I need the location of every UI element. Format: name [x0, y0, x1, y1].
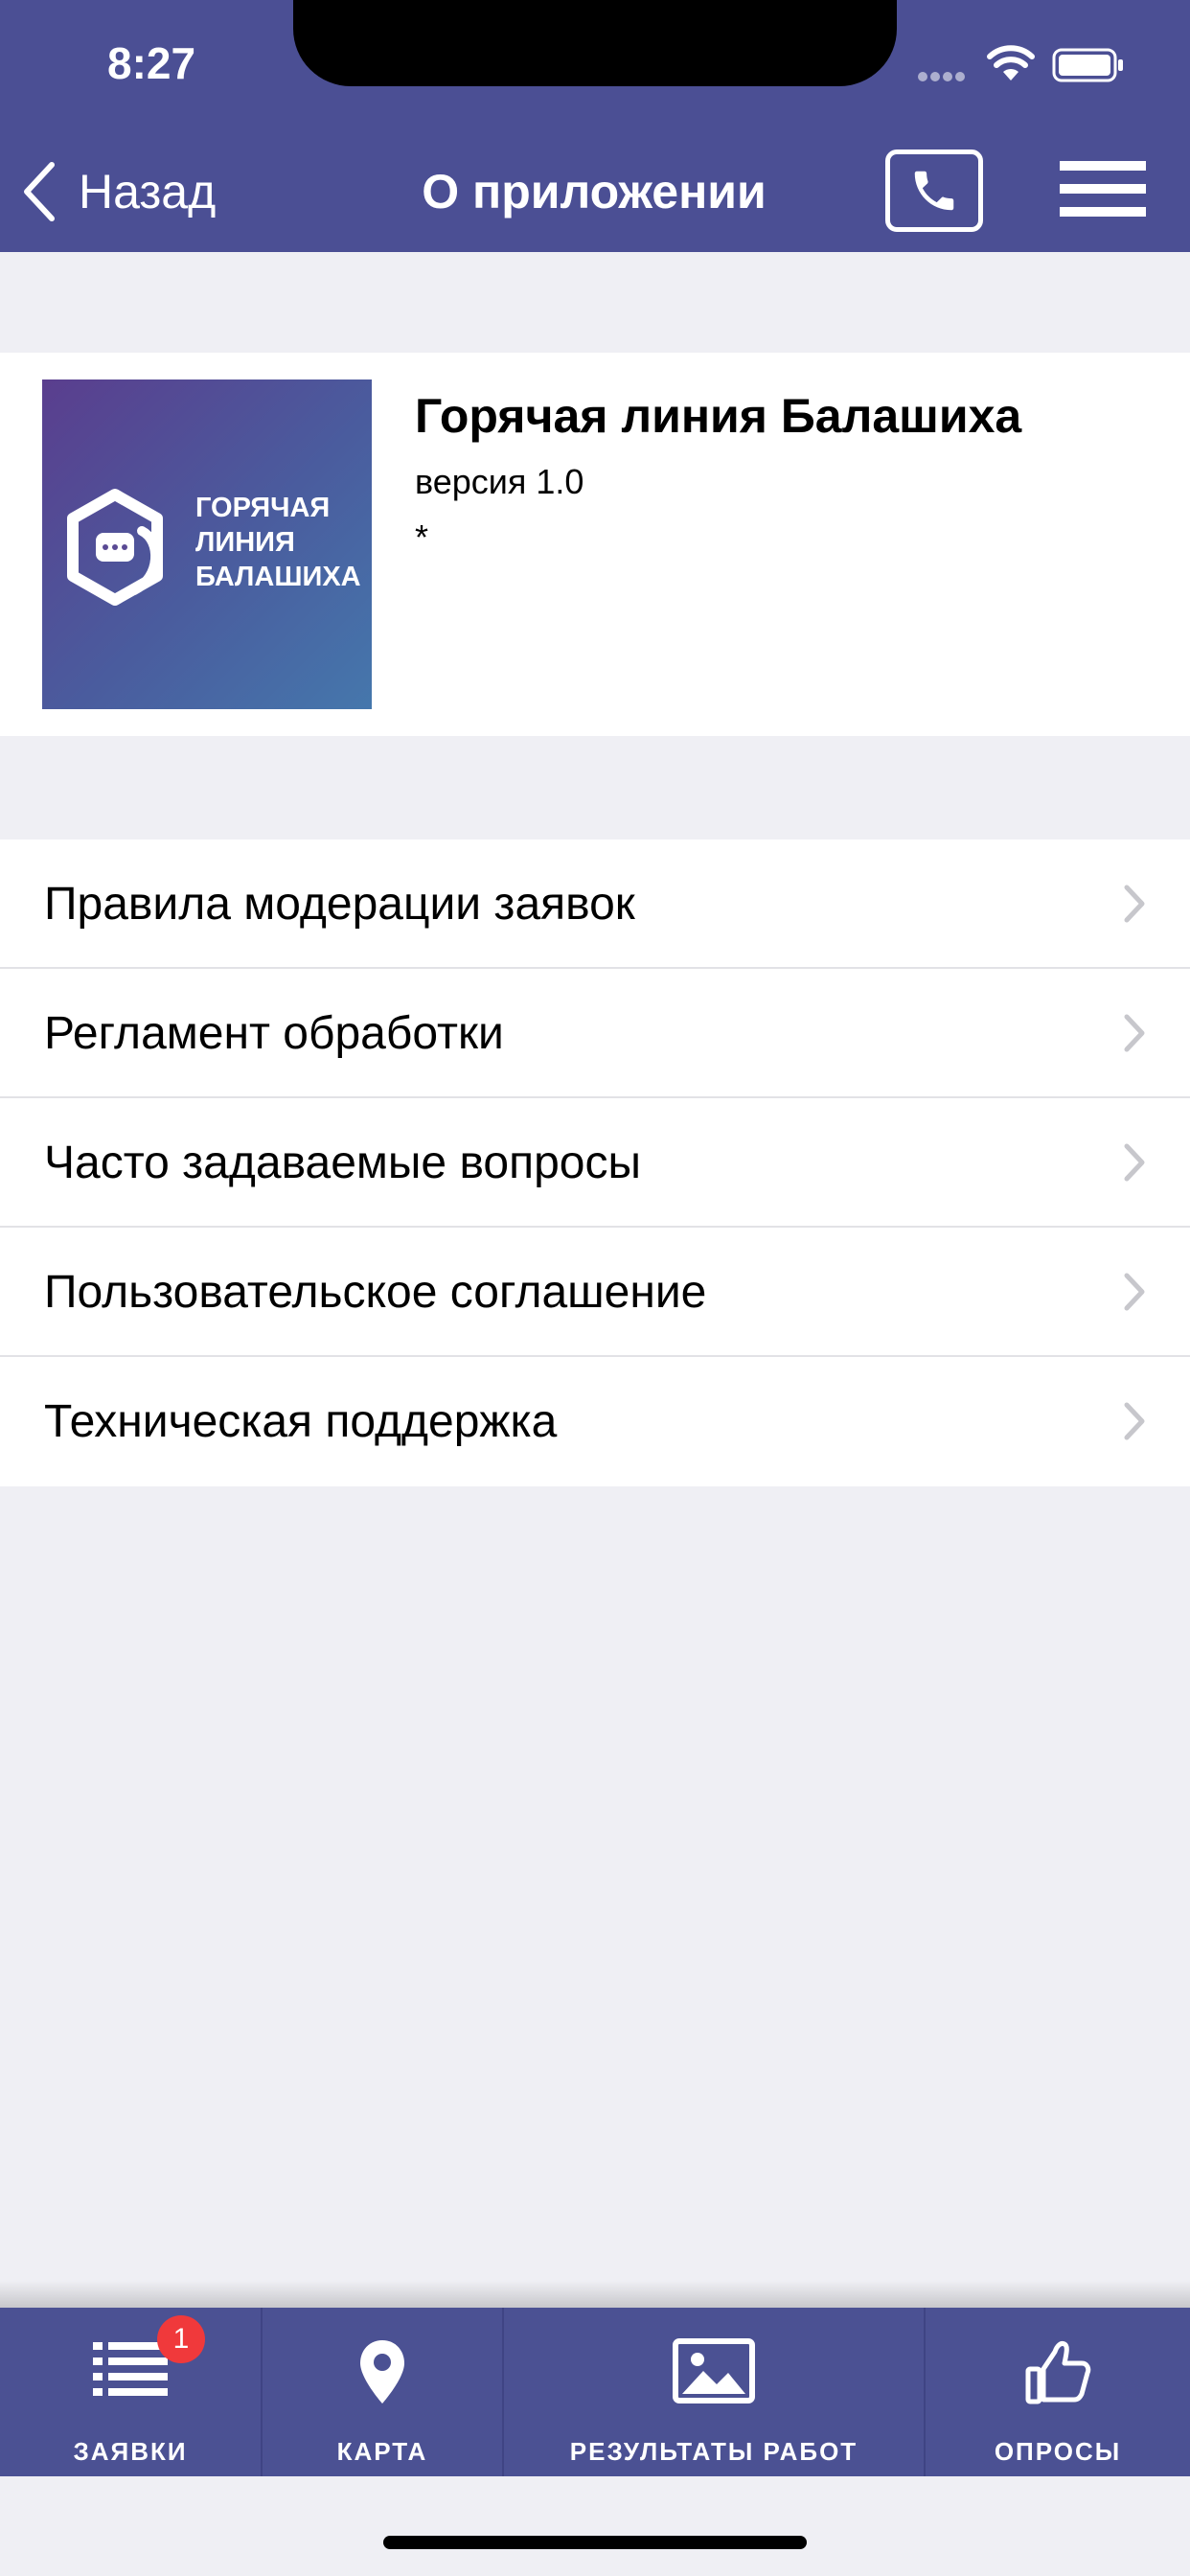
- call-button[interactable]: [885, 150, 983, 232]
- list-item-label: Пользовательское соглашение: [44, 1267, 707, 1318]
- back-button[interactable]: Назад: [19, 153, 240, 230]
- menu-item-moderation-rules[interactable]: Правила модерации заявок: [0, 840, 1190, 969]
- thumbs-up-icon: [1025, 2341, 1091, 2404]
- list-item-label: Правила модерации заявок: [44, 879, 635, 930]
- app-logo: ГОРЯЧАЯ ЛИНИЯ БАЛАШИХА: [42, 380, 372, 709]
- app-note: *: [415, 518, 429, 557]
- phone-icon: [914, 171, 954, 211]
- list-item-label: Часто задаваемые вопросы: [44, 1138, 641, 1188]
- tab-label: РЕЗУЛЬТАТЫ РАБОТ: [569, 2437, 858, 2466]
- app-info-card: ГОРЯЧАЯ ЛИНИЯ БАЛАШИХА Горячая линия Бал…: [0, 353, 1190, 736]
- battery-icon: [1052, 48, 1125, 82]
- image-icon: [673, 2338, 755, 2404]
- app-version: версия 1.0: [415, 462, 584, 501]
- tab-label: КАРТА: [336, 2437, 428, 2466]
- list-item-label: Регламент обработки: [44, 1008, 504, 1059]
- menu-item-tech-support[interactable]: Техническая поддержка: [0, 1357, 1190, 1486]
- menu-item-processing-regulations[interactable]: Регламент обработки: [0, 969, 1190, 1098]
- chevron-right-icon: [1124, 885, 1145, 923]
- logo-text: ГОРЯЧАЯ ЛИНИЯ БАЛАШИХА: [195, 493, 361, 592]
- status-time: 8:27: [107, 38, 196, 88]
- chevron-left-icon: [24, 162, 55, 221]
- chevron-right-icon: [1124, 1402, 1145, 1440]
- wifi-icon: [987, 44, 1035, 82]
- chevron-right-icon: [1124, 1014, 1145, 1052]
- app-name: Горячая линия Балашиха: [415, 389, 1022, 443]
- tab-label: ЗАЯВКИ: [73, 2437, 188, 2466]
- page-title: О приложении: [422, 165, 767, 218]
- hotline-logo-emblem-icon: [67, 489, 163, 606]
- tab-polls[interactable]: ОПРОСЫ: [926, 2308, 1190, 2476]
- cellular-signal-icon: [918, 69, 975, 82]
- requests-count-badge: 1: [157, 2315, 205, 2363]
- menu-item-user-agreement[interactable]: Пользовательское соглашение: [0, 1228, 1190, 1357]
- nav-header: 8:27 Назад О приложении: [0, 0, 1190, 252]
- tab-results[interactable]: РЕЗУЛЬТАТЫ РАБОТ: [504, 2308, 926, 2476]
- tab-map[interactable]: КАРТА: [263, 2308, 504, 2476]
- hamburger-menu-icon[interactable]: [1060, 161, 1146, 217]
- tab-label: ОПРОСЫ: [994, 2437, 1122, 2466]
- menu-item-faq[interactable]: Часто задаваемые вопросы: [0, 1098, 1190, 1228]
- chevron-right-icon: [1124, 1273, 1145, 1311]
- device-notch: [293, 0, 897, 86]
- back-button-label: Назад: [79, 165, 217, 218]
- list-item-label: Техническая поддержка: [44, 1396, 558, 1447]
- map-pin-icon: [360, 2340, 404, 2404]
- chevron-right-icon: [1124, 1143, 1145, 1182]
- about-menu-list: Правила модерации заявок Регламент обраб…: [0, 840, 1190, 1486]
- tab-bar-shadow: [0, 2281, 1190, 2310]
- tab-bar: 1 ЗАЯВКИ КАРТА РЕЗУЛЬТАТЫ РАБОТ ОПРОСЫ: [0, 2308, 1190, 2476]
- home-indicator: [383, 2536, 807, 2549]
- tab-requests[interactable]: 1 ЗАЯВКИ: [0, 2308, 263, 2476]
